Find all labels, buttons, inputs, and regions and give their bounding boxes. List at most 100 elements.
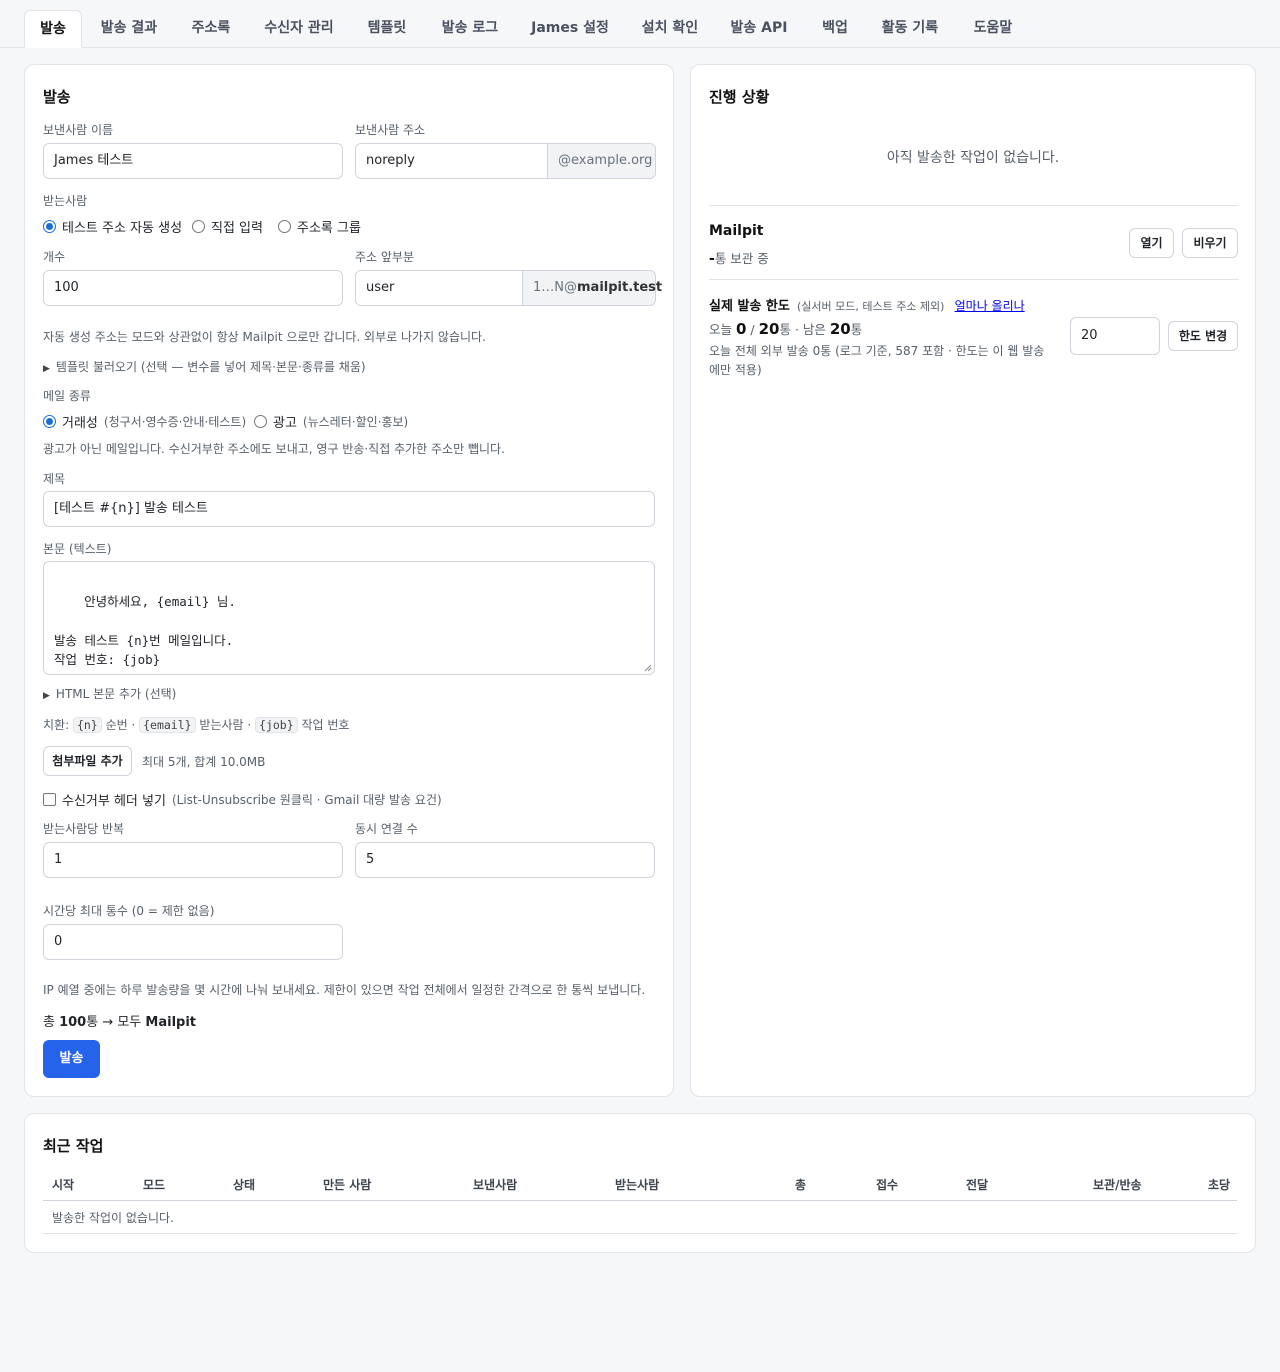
limit-title: 실제 발송 한도	[709, 299, 790, 314]
limit-heading: 실제 발송 한도 (실서버 모드, 테스트 주소 제외) 얼마나 올리나	[709, 295, 1025, 314]
subs-prefix: 치환:	[43, 718, 70, 732]
mailpit-title: Mailpit	[709, 223, 764, 239]
prefix-label: 주소 앞부분	[355, 250, 415, 264]
tab-send-log[interactable]: 발송 로그	[432, 10, 508, 48]
radio-selected-icon[interactable]	[43, 220, 56, 233]
prefix-input[interactable]: user	[355, 270, 523, 306]
html-body-summary[interactable]: ▶ HTML 본문 추가 (선택)	[43, 685, 176, 702]
sender-addr-input[interactable]: noreply	[355, 143, 548, 179]
checkbox-icon[interactable]	[43, 793, 56, 806]
mail-type-tx-hint: (청구서·영수증·안내·테스트)	[103, 415, 247, 429]
tab-recipients[interactable]: 수신자 관리	[256, 10, 342, 48]
repeat-label: 받는사람당 반복	[43, 822, 125, 836]
disclosure-triangle-icon: ▶	[43, 691, 50, 701]
limit-change-button[interactable]: 한도 변경	[1168, 321, 1238, 351]
today-sent: 0	[735, 320, 747, 338]
total-prefix: 총	[43, 1015, 60, 1030]
recipient-option-manual[interactable]: 직접 입력	[192, 217, 263, 236]
tab-install-check[interactable]: 설치 확인	[632, 10, 708, 48]
table-row-divider	[43, 1233, 1237, 1234]
total-count: 100	[59, 1015, 87, 1030]
mailpit-clear-button[interactable]: 비우기	[1182, 228, 1238, 258]
unsub-hint: (List-Unsubscribe 원클릭 · Gmail 대량 발송 요건)	[171, 793, 442, 807]
col-delivered: 전달	[966, 1178, 989, 1192]
mailpit-open-button[interactable]: 열기	[1129, 228, 1174, 258]
tab-templates[interactable]: 템플릿	[358, 10, 416, 48]
tab-send[interactable]: 발송	[24, 10, 82, 48]
progress-card: 진행 상황 아직 발송한 작업이 없습니다. Mailpit -통 보관 중 열…	[690, 64, 1256, 1097]
send-total: 총 100통 → 모두 Mailpit	[43, 1011, 196, 1030]
recipient-option-auto[interactable]: 테스트 주소 자동 생성	[43, 217, 182, 236]
radio-selected-icon[interactable]	[43, 415, 56, 428]
mail-type-transactional[interactable]: 거래성 (청구서·영수증·안내·테스트)	[43, 412, 246, 431]
col-status: 상태	[233, 1178, 256, 1192]
tab-help[interactable]: 도움말	[964, 10, 1022, 48]
sender-addr-label: 보낸사람 주소	[355, 123, 426, 137]
mail-type-label: 메일 종류	[43, 389, 91, 403]
rate-label: 시간당 최대 통수 (0 = 제한 없음)	[43, 904, 215, 918]
today-limit: 20	[758, 320, 780, 338]
tab-james-settings[interactable]: James 설정	[524, 10, 616, 48]
radio-icon[interactable]	[278, 220, 291, 233]
col-accepted: 접수	[876, 1178, 899, 1192]
radio-icon[interactable]	[192, 220, 205, 233]
today-sep: /	[746, 322, 759, 337]
body-textarea[interactable]: 안녕하세요, {email} 님. 발송 테스트 {n}번 메일입니다. 작업 …	[43, 561, 655, 675]
tab-send-results[interactable]: 발송 결과	[90, 10, 168, 48]
connections-input[interactable]: 5	[355, 842, 655, 878]
today-prefix: 오늘	[709, 322, 736, 337]
radio-icon[interactable]	[254, 415, 267, 428]
count-label: 개수	[43, 250, 66, 264]
prefix-suffix-addon: 1…N@mailpit.test	[523, 270, 662, 306]
col-mode: 모드	[143, 1178, 166, 1192]
sender-name-label: 보낸사람 이름	[43, 123, 114, 137]
today-mid: 통 · 남은	[779, 322, 830, 337]
resize-handle-icon[interactable]	[644, 664, 652, 672]
subject-input[interactable]: [테스트 #{n}] 발송 테스트	[43, 491, 655, 527]
prefix-suffix-domain: mailpit.test	[577, 280, 663, 295]
html-body-summary-label: HTML 본문 추가 (선택)	[55, 687, 177, 701]
unsub-label: 수신거부 헤더 넣기	[62, 794, 166, 809]
substitution-help: 치환: {n} 순번 · {email} 받는사람 · {job} 작업 번호	[43, 716, 349, 733]
rate-input[interactable]: 0	[43, 924, 343, 960]
subject-label: 제목	[43, 472, 66, 486]
recipient-label: 받는사람	[43, 194, 88, 208]
recipient-option-group-label: 주소록 그룹	[297, 221, 361, 236]
rate-note: IP 예열 중에는 하루 발송량을 몇 시간에 나눠 보내세요. 제한이 있으면…	[43, 983, 646, 997]
disclosure-triangle-icon: ▶	[43, 364, 50, 374]
limit-help-link[interactable]: 얼마나 올리나	[955, 299, 1025, 313]
table-header-divider	[43, 1200, 1237, 1201]
mail-type-ad-label: 광고	[273, 416, 297, 431]
repeat-input[interactable]: 1	[43, 842, 343, 878]
col-creator: 만든 사람	[323, 1178, 372, 1192]
token-job: {job}	[255, 717, 298, 733]
count-input[interactable]: 100	[43, 270, 343, 306]
tab-activity[interactable]: 활동 기록	[872, 10, 948, 48]
divider	[709, 205, 1239, 206]
total-target: Mailpit	[145, 1015, 197, 1030]
unsub-header-option[interactable]: 수신거부 헤더 넣기 (List-Unsubscribe 원클릭 · Gmail…	[43, 790, 442, 809]
template-summary[interactable]: ▶ 템플릿 불러오기 (선택 — 변수를 넣어 제목·본문·종류를 채움)	[43, 358, 366, 375]
limit-input[interactable]: 20	[1070, 317, 1160, 355]
col-total: 총	[795, 1178, 807, 1192]
tab-backup[interactable]: 백업	[812, 10, 858, 48]
sender-domain-addon: @example.org	[548, 143, 656, 179]
col-per-second: 초당	[1208, 1178, 1231, 1192]
mail-type-ad[interactable]: 광고 (뉴스레터·할인·홍보)	[254, 412, 408, 431]
attach-button[interactable]: 첨부파일 추가	[43, 746, 132, 776]
col-held-bounced: 보관/반송	[1093, 1178, 1142, 1192]
today-remaining: 20	[829, 320, 851, 338]
attach-note: 최대 5개, 합계 10.0MB	[142, 755, 266, 769]
tab-send-api[interactable]: 발송 API	[722, 10, 796, 48]
col-start: 시작	[52, 1178, 75, 1192]
today-usage: 오늘 0 / 20통 · 남은 20통	[709, 319, 862, 338]
recipient-option-group[interactable]: 주소록 그룹	[278, 217, 361, 236]
token-email: {email}	[139, 717, 196, 733]
sender-name-input[interactable]: James 테스트	[43, 143, 343, 179]
tab-address-book[interactable]: 주소록	[182, 10, 240, 48]
col-sender: 보낸사람	[473, 1178, 518, 1192]
recent-empty: 발송한 작업이 없습니다.	[52, 1211, 174, 1225]
token-job-desc: 작업 번호	[301, 718, 350, 732]
send-button[interactable]: 발송	[43, 1040, 100, 1078]
mail-type-tx-label: 거래성	[62, 416, 98, 431]
